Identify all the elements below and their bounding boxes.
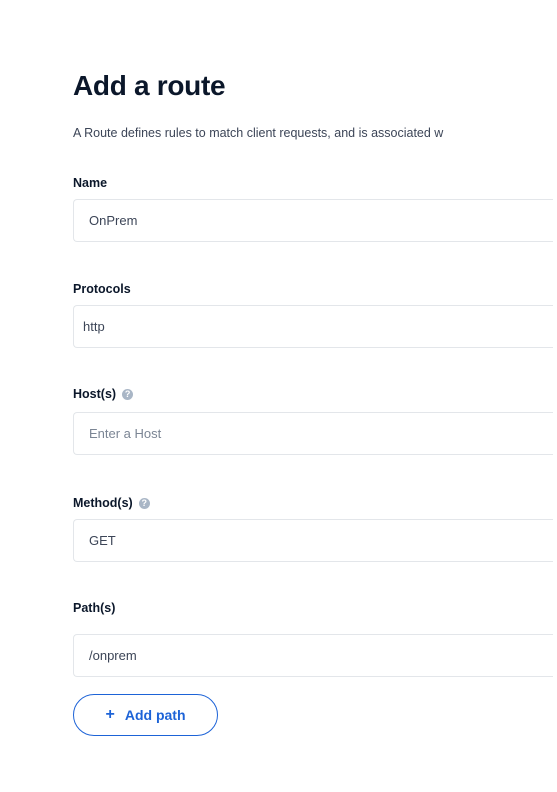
paths-label-text: Path(s) — [73, 601, 116, 615]
protocols-label-text: Protocols — [73, 282, 131, 296]
hosts-input[interactable] — [73, 412, 553, 455]
page-title: Add a route — [73, 70, 226, 101]
hosts-label-text: Host(s) — [73, 387, 117, 401]
add-path-label: Add path — [124, 707, 186, 723]
methods-label-text: Method(s) — [73, 496, 133, 510]
name-input[interactable] — [73, 199, 553, 242]
paths-label: Path(s) — [73, 601, 115, 615]
methods-label: Method(s) ? — [73, 496, 150, 510]
path-input[interactable] — [73, 634, 553, 677]
plus-icon: + — [105, 706, 115, 723]
name-label: Name — [73, 176, 107, 190]
hosts-label: Host(s) ? — [73, 387, 134, 401]
protocols-label: Protocols — [73, 282, 131, 296]
add-route-page: Add a route A Route defines rules to mat… — [0, 0, 557, 792]
name-label-text: Name — [73, 176, 108, 190]
page-description: A Route defines rules to match client re… — [73, 126, 444, 140]
hosts-help-icon[interactable]: ? — [122, 388, 134, 400]
methods-select[interactable] — [73, 519, 553, 562]
protocols-select[interactable] — [73, 305, 553, 348]
methods-help-icon[interactable]: ? — [138, 497, 150, 509]
add-path-button[interactable]: + Add path — [73, 694, 218, 736]
